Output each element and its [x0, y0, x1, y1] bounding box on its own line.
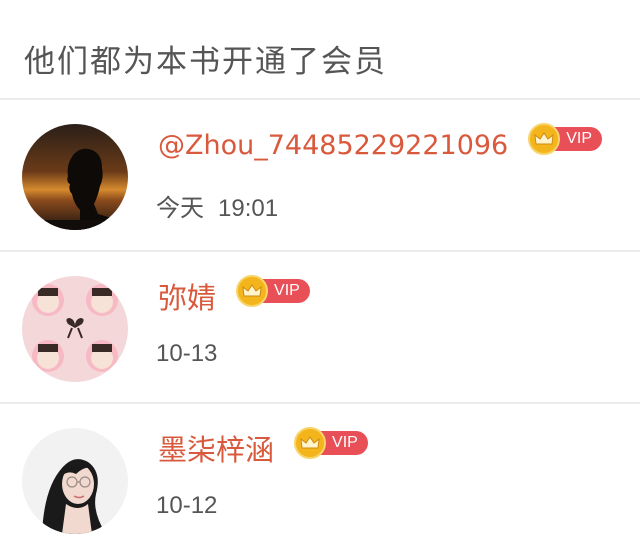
crown-icon	[528, 123, 561, 155]
silhouette-sunset-icon	[22, 124, 128, 230]
member-name-line: @Zhou_74485229221096 VIP	[158, 123, 603, 166]
member-time-value: 10-13	[156, 340, 218, 367]
vip-badge: VIP	[528, 123, 603, 155]
member-time: 10-13	[156, 340, 217, 368]
member-name[interactable]: 墨柒梓涵	[158, 430, 274, 470]
portrait-photo-icon	[22, 428, 128, 534]
list-item[interactable]: 弥婧 VIP 10-13	[0, 252, 640, 404]
list-item[interactable]: @Zhou_74485229221096 VIP 今天 19:01	[0, 100, 640, 252]
member-time: 10-12	[156, 492, 217, 520]
member-time-day: 今天	[156, 194, 204, 222]
member-name[interactable]: @Zhou_74485229221096	[158, 126, 508, 166]
member-time: 今天 19:01	[156, 188, 278, 223]
collage-photo-icon	[22, 276, 128, 382]
member-name-line: 弥婧 VIP	[158, 275, 310, 318]
avatar[interactable]	[22, 124, 128, 230]
member-time-value: 19:01	[218, 195, 279, 222]
page-title: 他们都为本书开通了会员	[24, 44, 387, 80]
avatar[interactable]	[22, 276, 128, 382]
crown-icon	[236, 275, 269, 307]
member-time-value: 10-12	[156, 492, 218, 519]
list-item[interactable]: 墨柒梓涵 VIP 10-12	[0, 404, 640, 556]
vip-badge: VIP	[236, 275, 310, 307]
crown-icon	[294, 427, 327, 459]
vip-badge: VIP	[294, 427, 368, 459]
page-header: 他们都为本书开通了会员	[0, 0, 640, 100]
member-name-line: 墨柒梓涵 VIP	[158, 427, 368, 470]
member-list: @Zhou_74485229221096 VIP 今天 19:01 弥婧 VIP…	[0, 100, 640, 556]
member-name[interactable]: 弥婧	[158, 278, 216, 318]
avatar[interactable]	[22, 428, 128, 534]
